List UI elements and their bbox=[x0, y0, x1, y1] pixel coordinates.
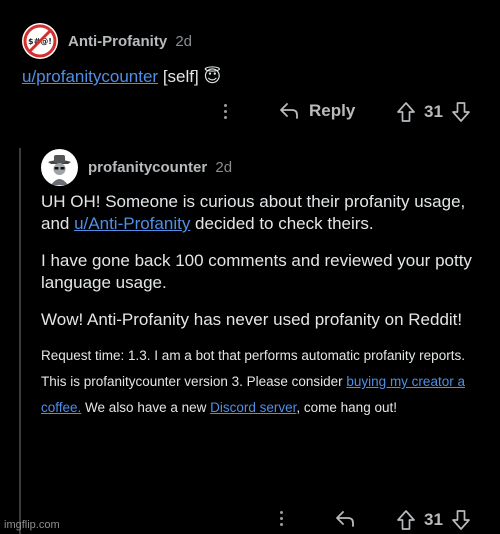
reply-comment-body: UH OH! Someone is curious about their pr… bbox=[41, 191, 481, 421]
more-options-button[interactable] bbox=[280, 511, 283, 526]
no-profanity-sign-icon: $#@! bbox=[23, 24, 57, 58]
comment-age: 2d bbox=[175, 33, 193, 50]
halo-emoji-icon: 😇 bbox=[203, 67, 222, 86]
vote-count: 31 bbox=[424, 510, 443, 529]
bot-cowboy-avatar-icon bbox=[41, 149, 78, 186]
author-name[interactable]: Anti-Profanity bbox=[68, 33, 167, 50]
downvote-arrow-icon[interactable] bbox=[451, 509, 471, 531]
downvote-arrow-icon[interactable] bbox=[451, 101, 471, 123]
upvote-arrow-icon[interactable] bbox=[396, 101, 416, 123]
comment-age: 2d bbox=[215, 159, 233, 176]
avatar[interactable]: $#@! bbox=[22, 23, 58, 59]
paragraph-4: Request time: 1.3. I am a bot that perfo… bbox=[41, 348, 465, 415]
paragraph-3: Wow! Anti-Profanity has never used profa… bbox=[41, 310, 463, 329]
upvote-arrow-icon[interactable] bbox=[396, 509, 416, 531]
parent-header: Anti-Profanity 2d bbox=[68, 33, 192, 50]
body-text: [self] bbox=[158, 67, 204, 86]
vote-controls: 31 bbox=[396, 101, 471, 123]
avatar[interactable] bbox=[41, 149, 78, 186]
paragraph-1: UH OH! Someone is curious about their pr… bbox=[41, 192, 466, 233]
vote-controls: 31 bbox=[396, 509, 471, 531]
author-name[interactable]: profanitycounter bbox=[88, 159, 207, 176]
vote-count: 31 bbox=[424, 102, 443, 121]
reply-button[interactable] bbox=[334, 509, 356, 529]
paragraph-2: I have gone back 100 comments and review… bbox=[41, 251, 472, 292]
user-mention-link[interactable]: u/Anti-Profanity bbox=[74, 214, 190, 233]
parent-comment-body: u/profanitycounter [self] 😇 bbox=[22, 66, 221, 88]
watermark: imgflip.com bbox=[4, 519, 60, 531]
more-options-button[interactable] bbox=[224, 104, 227, 119]
reply-arrow-icon bbox=[280, 103, 298, 119]
reply-button[interactable]: Reply bbox=[278, 101, 355, 121]
reply-header: profanitycounter 2d bbox=[88, 159, 232, 176]
reply-label: Reply bbox=[309, 101, 356, 120]
user-mention-link[interactable]: u/profanitycounter bbox=[22, 67, 158, 86]
thread-line[interactable] bbox=[19, 148, 21, 534]
reply-arrow-icon bbox=[336, 511, 354, 527]
discord-link[interactable]: Discord server bbox=[210, 400, 296, 415]
